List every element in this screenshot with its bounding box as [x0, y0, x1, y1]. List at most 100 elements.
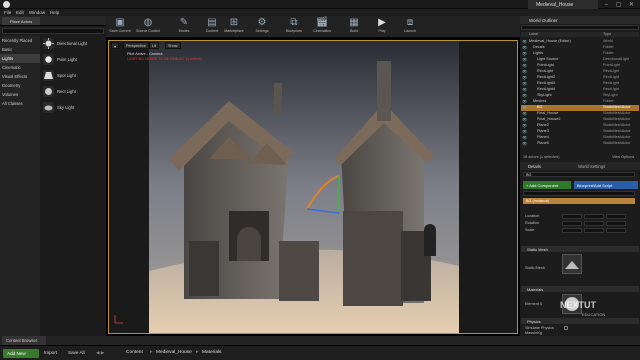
visibility-eye-icon[interactable]: 👁︎ [522, 135, 527, 140]
outliner-row[interactable]: 👁︎ BG StaticMeshActor [521, 105, 639, 111]
view-mode-lit-button[interactable]: Lit [149, 42, 160, 49]
breadcrumb-medieval-house[interactable]: Medieval_House [156, 350, 192, 355]
category-volumes[interactable]: Volumes [0, 90, 40, 99]
outliner-row[interactable]: 👁︎ RectLight3 RectLight [521, 81, 639, 87]
viewport-options-button[interactable]: ▾ [111, 42, 119, 49]
category-visual-effects[interactable]: Visual Effects [0, 72, 40, 81]
outliner-row[interactable]: 👁︎ Medieval_House (Editor) World [521, 39, 639, 45]
viewport-frame[interactable]: ▾ Perspective Lit Show Pilot Active - Ca… [108, 40, 518, 334]
outliner-row[interactable]: 👁︎ Plane2 StaticMeshActor [521, 123, 639, 129]
outliner-row[interactable]: 👁︎ Final_House StaticMeshActor [521, 111, 639, 117]
visibility-eye-icon[interactable]: 👁︎ [522, 57, 527, 62]
build-button[interactable]: ▦ Build [342, 17, 366, 37]
blueprint-script-button[interactable]: Blueprint/Add Script [574, 181, 638, 189]
outliner-search-input[interactable] [521, 25, 639, 30]
save-all-button[interactable]: Save All [68, 350, 85, 355]
outliner-row[interactable]: 👁︎ Plane4 StaticMeshActor [521, 135, 639, 141]
place-search-input[interactable] [2, 28, 104, 34]
outliner-row[interactable]: 👁︎ PointLight PointLight [521, 63, 639, 69]
rotation-x-field[interactable] [562, 221, 582, 226]
column-type[interactable]: Type [603, 32, 611, 36]
outliner-row[interactable]: 👁︎ Plane3 StaticMeshActor [521, 129, 639, 135]
category-geometry[interactable]: Geometry [0, 81, 40, 90]
section-materials[interactable]: Materials [521, 286, 639, 292]
blueprints-button[interactable]: ⧉ Blueprints [282, 17, 306, 37]
outliner-row[interactable]: 👁︎ Plane5 StaticMeshActor [521, 141, 639, 147]
level-viewport[interactable]: ▾ Perspective Lit Show Pilot Active - Ca… [106, 38, 520, 336]
actor-name-field[interactable]: BG [523, 172, 635, 177]
show-button[interactable]: Show [165, 42, 181, 49]
component-tree-item[interactable]: BG (Instance) [523, 198, 635, 204]
window-controls[interactable]: – ▢ ✕ [605, 1, 637, 8]
perspective-button[interactable]: Perspective [123, 42, 149, 49]
visibility-eye-icon[interactable]: 👁︎ [522, 105, 527, 110]
menu-edit[interactable]: Edit [16, 10, 24, 15]
visibility-eye-icon[interactable]: 👁︎ [522, 51, 527, 56]
visibility-eye-icon[interactable]: 👁︎ [522, 93, 527, 98]
marketplace-button[interactable]: ⊞ Marketplace [222, 17, 246, 37]
rotation-y-field[interactable] [584, 221, 604, 226]
location-y-field[interactable] [584, 214, 604, 219]
visibility-eye-icon[interactable]: 👁︎ [522, 99, 527, 104]
outliner-row[interactable]: 👁︎ SkyLight SkyLight [521, 93, 639, 99]
visibility-eye-icon[interactable]: 👁︎ [522, 69, 527, 74]
outliner-title[interactable]: World Outliner [520, 16, 640, 24]
unreal-logo-icon[interactable] [3, 1, 10, 8]
outliner-row[interactable]: 👁︎ Light Source DirectionalLight [521, 57, 639, 63]
save-current-button[interactable]: ▣ Save Current [108, 17, 132, 37]
scale-z-field[interactable] [606, 228, 626, 233]
add-component-button[interactable]: + Add Component [523, 181, 571, 189]
category-basic[interactable]: Basic [0, 45, 40, 54]
scale-y-field[interactable] [584, 228, 604, 233]
modes-button[interactable]: ✎ Modes [172, 17, 196, 37]
history-back-icon[interactable]: ◀ ▶ [96, 350, 104, 356]
outliner-row[interactable]: 👁︎ RectLight4 RectLight [521, 87, 639, 93]
visibility-eye-icon[interactable]: 👁︎ [522, 63, 527, 68]
level-tab[interactable]: Medieval_House [528, 0, 598, 9]
visibility-eye-icon[interactable]: 👁︎ [522, 117, 527, 122]
category-lights[interactable]: Lights [0, 54, 40, 63]
location-z-field[interactable] [606, 214, 626, 219]
launch-button[interactable]: ⧈ Launch [398, 17, 422, 37]
static-mesh-thumbnail[interactable] [562, 254, 582, 274]
place-item-rect-light[interactable]: Rect Light [41, 84, 105, 99]
place-item-sky-light[interactable]: Sky Light [41, 100, 105, 115]
view-options-button[interactable]: View Options [612, 155, 634, 159]
category-cinematic[interactable]: Cinematic [0, 63, 40, 72]
visibility-eye-icon[interactable]: 👁︎ [522, 123, 527, 128]
visibility-eye-icon[interactable]: 👁︎ [522, 129, 527, 134]
settings-button[interactable]: ⚙ Settings [250, 17, 274, 37]
section-static-mesh[interactable]: Static Mesh [521, 246, 639, 252]
visibility-eye-icon[interactable]: 👁︎ [522, 87, 527, 92]
category-recently-placed[interactable]: Recently Placed [0, 36, 40, 45]
visibility-eye-icon[interactable]: 👁︎ [522, 111, 527, 116]
outliner-row[interactable]: 👁︎ Meshes Folder [521, 99, 639, 105]
outliner-row[interactable]: 👁︎ Decals Folder [521, 45, 639, 51]
import-button[interactable]: Import [44, 350, 57, 355]
place-item-directional-light[interactable]: Directional Light [41, 36, 105, 51]
visibility-eye-icon[interactable]: 👁︎ [522, 39, 527, 44]
menu-file[interactable]: File [4, 10, 11, 15]
place-item-point-light[interactable]: Point Light [41, 52, 105, 67]
cinematics-button[interactable]: 🎬︎ Cinematics [310, 17, 334, 37]
visibility-eye-icon[interactable]: 👁︎ [522, 75, 527, 80]
outliner-row[interactable]: 👁︎ RectLight RectLight [521, 69, 639, 75]
menu-window[interactable]: Window [29, 10, 45, 15]
column-label[interactable]: Label [529, 32, 538, 36]
rotation-z-field[interactable] [606, 221, 626, 226]
place-item-spot-light[interactable]: Spot Light [41, 68, 105, 83]
tab-details[interactable]: Details [528, 164, 541, 169]
outliner-row[interactable]: 👁︎ RectLight2 RectLight [521, 75, 639, 81]
location-x-field[interactable] [562, 214, 582, 219]
simulate-physics-checkbox[interactable] [564, 326, 568, 330]
outliner-row[interactable]: 👁︎ Lights Folder [521, 51, 639, 57]
scale-x-field[interactable] [562, 228, 582, 233]
category-all-classes[interactable]: All Classes [0, 99, 40, 108]
play-button[interactable]: ▶ Play [370, 17, 394, 37]
visibility-eye-icon[interactable]: 👁︎ [522, 81, 527, 86]
menu-help[interactable]: Help [50, 10, 59, 15]
source-control-button[interactable]: ◍ Source Control [136, 17, 160, 37]
tab-place-actors[interactable]: Place Actors [2, 17, 40, 25]
add-new-button[interactable]: Add New [3, 349, 39, 358]
breadcrumb-materials[interactable]: Materials [202, 350, 221, 355]
